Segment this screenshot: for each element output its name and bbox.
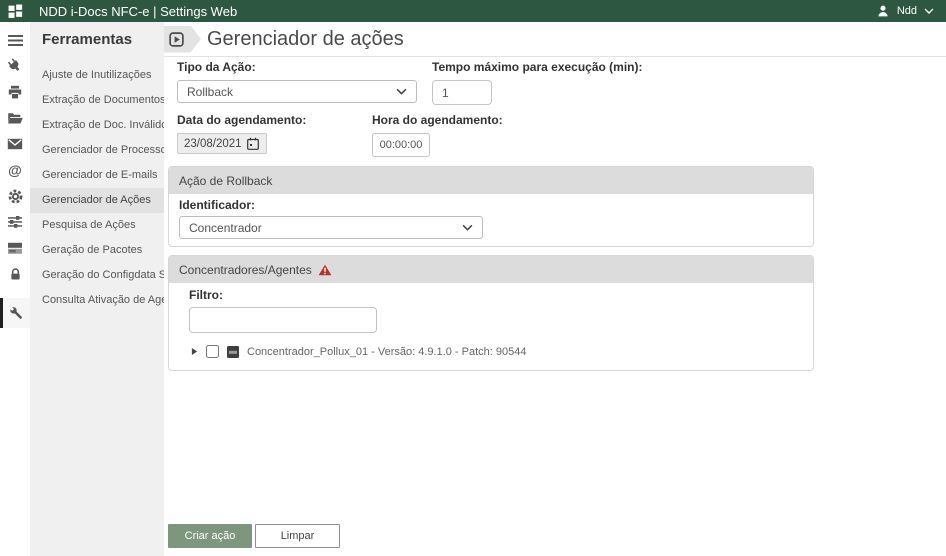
server-node-icon xyxy=(227,346,239,358)
main-content: Gerenciador de ações Tipo da Ação: Rollb… xyxy=(164,22,946,556)
rollback-panel: Ação de Rollback Identificador: Concentr… xyxy=(168,166,814,247)
sidebar-item-pesquisa-acoes[interactable]: Pesquisa de Ações xyxy=(30,213,164,238)
warning-icon xyxy=(318,264,332,276)
create-action-button[interactable]: Criar ação xyxy=(168,524,252,548)
chevron-down-icon xyxy=(924,8,934,14)
plug-icon[interactable] xyxy=(0,53,30,79)
chevron-down-icon xyxy=(462,224,473,231)
tree-row[interactable]: Concentrador_Pollux_01 - Versão: 4.9.1.0… xyxy=(191,345,803,358)
filtro-input[interactable] xyxy=(189,307,377,333)
hora-agendamento-label: Hora do agendamento: xyxy=(372,114,503,127)
app-grid-logo-icon[interactable] xyxy=(8,4,23,19)
play-icon xyxy=(169,32,184,47)
wrench-icon[interactable] xyxy=(0,298,30,328)
user-avatar-icon xyxy=(876,4,890,18)
data-agendamento-value: 23/08/2021 xyxy=(184,138,242,150)
sidebar-title: Ferramentas xyxy=(30,31,164,63)
filtro-label: Filtro: xyxy=(189,289,803,302)
hora-agendamento-input[interactable] xyxy=(372,133,430,157)
identificador-select[interactable]: Concentrador xyxy=(179,216,483,239)
agents-panel-header: Concentradores/Agentes xyxy=(169,256,813,283)
rollback-panel-header: Ação de Rollback xyxy=(169,167,813,194)
printer-icon[interactable] xyxy=(0,79,30,105)
page-header: Gerenciador de ações xyxy=(164,22,946,57)
sidebar-item-extracao-doc-invalidos[interactable]: Extração de Doc. Inválidos xyxy=(30,113,164,138)
topbar: NDD i-Docs NFC-e | Settings Web Ndd xyxy=(0,0,946,22)
menu-icon[interactable] xyxy=(0,27,30,53)
at-sign-icon[interactable]: @ xyxy=(0,157,30,183)
tempo-maximo-label: Tempo máximo para execução (min): xyxy=(432,61,652,74)
form-actions: Criar ação Limpar xyxy=(168,524,340,548)
user-name: Ndd xyxy=(897,5,917,17)
tree-expander-icon[interactable] xyxy=(191,347,198,356)
folder-open-icon[interactable] xyxy=(0,105,30,131)
tree-node-checkbox[interactable] xyxy=(206,345,219,358)
sidebar-item-extracao-documentos[interactable]: Extração de Documentos xyxy=(30,88,164,113)
tipo-acao-value: Rollback xyxy=(187,85,233,99)
page-title: Gerenciador de ações xyxy=(207,28,404,51)
sliders-icon[interactable] xyxy=(0,209,30,235)
rollback-panel-title: Ação de Rollback xyxy=(179,174,272,188)
tempo-maximo-input[interactable] xyxy=(432,80,492,105)
app-title: NDD i-Docs NFC-e | Settings Web xyxy=(39,4,237,19)
envelope-icon[interactable] xyxy=(0,131,30,157)
clear-button[interactable]: Limpar xyxy=(255,524,340,548)
sidebar: Ferramentas Ajuste de Inutilizações Extr… xyxy=(30,22,164,556)
sidebar-item-gerenciador-processos[interactable]: Gerenciador de Processos xyxy=(30,138,164,163)
server-icon[interactable] xyxy=(0,235,30,261)
sidebar-item-consulta-ativacao-agente[interactable]: Consulta Ativação de Agente xyxy=(30,288,164,313)
identificador-label: Identificador: xyxy=(179,199,803,212)
sidebar-item-gerenciador-emails[interactable]: Gerenciador de E-mails xyxy=(30,163,164,188)
sidebar-item-geracao-configdata-sat[interactable]: Geração do Configdata SAT xyxy=(30,263,164,288)
data-agendamento-field[interactable]: 23/08/2021 xyxy=(177,133,267,154)
sidebar-item-ajuste-inutilizacoes[interactable]: Ajuste de Inutilizações xyxy=(30,63,164,88)
tree-node-label: Concentrador_Pollux_01 - Versão: 4.9.1.0… xyxy=(247,346,526,358)
tool-icon-strip: @ xyxy=(0,22,30,556)
sidebar-item-geracao-pacotes[interactable]: Geração de Pacotes xyxy=(30,238,164,263)
agents-panel: Concentradores/Agentes Filtro: xyxy=(168,255,814,371)
tipo-acao-label: Tipo da Ação: xyxy=(177,61,432,74)
calendar-icon xyxy=(246,137,260,151)
identificador-value: Concentrador xyxy=(189,221,262,235)
sidebar-item-gerenciador-acoes[interactable]: Gerenciador de Ações xyxy=(30,188,164,213)
page-title-arrow xyxy=(164,26,201,53)
data-agendamento-label: Data do agendamento: xyxy=(177,114,372,127)
agents-panel-title: Concentradores/Agentes xyxy=(179,263,312,277)
lock-icon[interactable] xyxy=(0,261,30,287)
gear-icon[interactable] xyxy=(0,183,30,209)
chevron-down-icon xyxy=(396,88,407,95)
tipo-acao-select[interactable]: Rollback xyxy=(177,80,417,103)
action-form: Tipo da Ação: Rollback Tempo máximo para… xyxy=(164,57,946,371)
user-menu[interactable]: Ndd xyxy=(876,4,934,18)
